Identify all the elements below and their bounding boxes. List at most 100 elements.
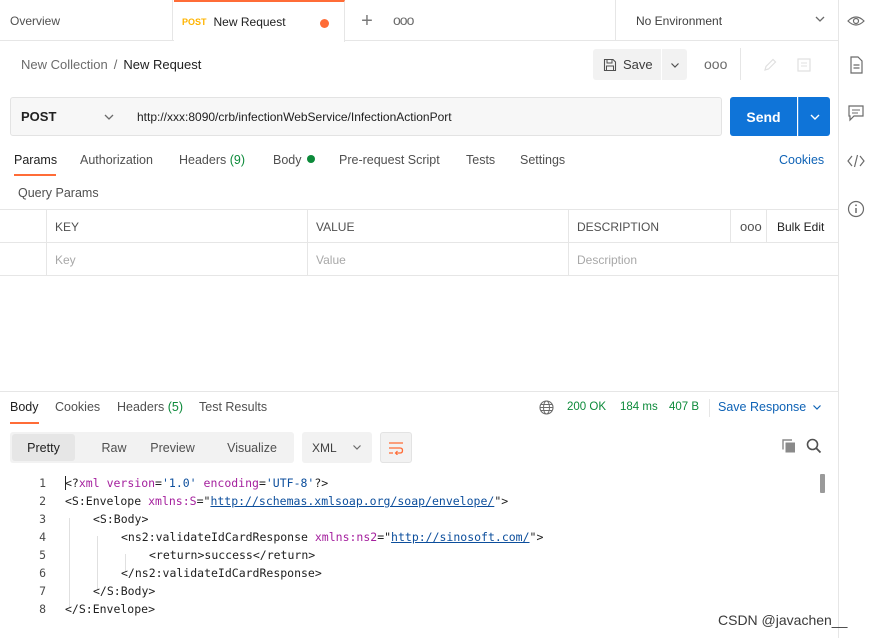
response-code-viewer[interactable]: 1 2 3 4 5 6 7 8 <?xml version='1.0' enco… (0, 473, 828, 623)
view-visualize-button[interactable]: Visualize (217, 432, 287, 463)
chevron-down-icon (813, 405, 822, 410)
save-label: Save (623, 57, 653, 72)
line-number: 4 (39, 530, 46, 544)
code-line: <return>success</return> (149, 548, 315, 562)
tab-headers-label: Headers (179, 153, 227, 167)
tab-body[interactable]: Body (273, 153, 315, 167)
text-cursor (65, 476, 66, 490)
code-token: "> (529, 530, 544, 544)
code-link[interactable]: http://sinosoft.com/ (391, 530, 529, 544)
code-line: <ns2:validateIdCardResponse xmlns:ns2="h… (121, 530, 543, 544)
chevron-down-icon (670, 62, 679, 68)
description-input[interactable]: Description (569, 243, 637, 276)
status-code[interactable]: 200 OK (567, 401, 606, 413)
code-token: encoding (203, 476, 259, 490)
response-tab-test-results[interactable]: Test Results (199, 400, 267, 414)
save-dropdown-button[interactable] (662, 49, 687, 80)
query-params-title: Query Params (18, 186, 99, 200)
code-token: xmlns:ns2 (314, 530, 378, 544)
environment-label: No Environment (636, 13, 723, 28)
code-token: success (204, 548, 253, 562)
edit-icon[interactable] (762, 57, 778, 73)
document-icon[interactable] (796, 57, 812, 73)
new-tab-button[interactable]: + (357, 10, 377, 33)
wrap-lines-icon (389, 441, 404, 455)
line-number: 5 (39, 548, 46, 562)
tab-tests[interactable]: Tests (466, 153, 495, 167)
send-button[interactable]: Send (730, 97, 797, 136)
response-tab-body[interactable]: Body (10, 400, 39, 414)
code-link[interactable]: http://schemas.xmlsoap.org/soap/envelope… (210, 494, 494, 508)
response-tab-cookies[interactable]: Cookies (55, 400, 100, 414)
code-snippet-icon[interactable] (847, 152, 865, 170)
save-icon (603, 58, 617, 71)
tab-overview[interactable]: Overview (0, 0, 173, 41)
cookies-link[interactable]: Cookies (779, 153, 824, 167)
indent-guide (69, 518, 70, 608)
more-tabs-button[interactable]: ooo (393, 12, 414, 28)
table-header-row: KEY VALUE DESCRIPTION ooo Bulk Edit (0, 210, 838, 243)
request-more-button[interactable]: ooo (704, 56, 727, 72)
code-token: <return> (149, 548, 205, 562)
tab-headers[interactable]: Headers (9) (179, 153, 245, 167)
code-token: =" (196, 494, 211, 508)
watermark: CSDN @javachen__ (718, 612, 848, 628)
save-response-label: Save Response (718, 400, 807, 414)
response-headers-label: Headers (117, 400, 165, 414)
tab-new-request[interactable]: POST New Request (174, 0, 345, 42)
bulk-edit-button[interactable]: Bulk Edit (769, 210, 824, 243)
response-headers-count: (5) (167, 400, 184, 414)
search-icon[interactable] (806, 438, 822, 454)
documentation-icon[interactable] (847, 56, 865, 74)
active-tab-indicator (14, 174, 56, 176)
line-number: 1 (39, 476, 46, 490)
format-select[interactable]: XML (302, 432, 372, 463)
view-pretty-button[interactable]: Pretty (12, 434, 75, 461)
chevron-down-icon (104, 114, 114, 120)
code-line: </S:Body> (93, 584, 156, 598)
line-number: 7 (39, 584, 46, 598)
wrap-lines-button[interactable] (380, 432, 412, 463)
tab-authorization[interactable]: Authorization (80, 153, 153, 167)
eye-icon[interactable] (847, 12, 865, 30)
response-time[interactable]: 184 ms (620, 401, 658, 413)
info-icon[interactable] (847, 200, 865, 218)
view-preview-button[interactable]: Preview (143, 432, 202, 463)
tab-pre-request-script[interactable]: Pre-request Script (339, 153, 440, 167)
value-input[interactable]: Value (308, 243, 346, 276)
save-response-button[interactable]: Save Response (718, 400, 822, 414)
breadcrumb: New Collection / New Request (21, 57, 201, 72)
response-divider[interactable] (0, 391, 838, 392)
method-select[interactable]: POST (10, 97, 126, 136)
column-options-button[interactable]: ooo (732, 210, 762, 243)
view-raw-button[interactable]: Raw (85, 432, 143, 463)
view-mode-segmented: Pretty Raw Preview Visualize (10, 432, 294, 463)
comments-icon[interactable] (847, 104, 865, 122)
column-header-key: KEY (55, 219, 80, 234)
code-token: '1.0' (161, 476, 197, 490)
copy-icon[interactable] (781, 438, 797, 454)
breadcrumb-request[interactable]: New Request (123, 57, 201, 72)
toolbar-divider (740, 48, 741, 80)
params-table: KEY VALUE DESCRIPTION ooo Bulk Edit Key … (0, 209, 838, 276)
code-token: <S:Envelope (65, 494, 142, 508)
tab-settings[interactable]: Settings (520, 153, 565, 167)
key-input[interactable]: Key (47, 243, 76, 276)
url-input[interactable]: http://xxx:8090/crb/infectionWebService/… (125, 97, 722, 136)
environment-select[interactable]: No Environment (615, 0, 838, 41)
right-sidebar (838, 0, 872, 638)
line-number: 3 (39, 512, 46, 526)
response-tab-headers[interactable]: Headers (5) (117, 400, 183, 414)
globe-icon[interactable] (539, 400, 554, 415)
tab-params[interactable]: Params (14, 153, 57, 167)
table-row: Key Value Description (0, 243, 838, 276)
breadcrumb-collection[interactable]: New Collection (21, 57, 108, 72)
breadcrumb-separator: / (113, 57, 118, 72)
code-scrollbar[interactable] (820, 474, 825, 493)
response-size[interactable]: 407 B (669, 401, 699, 413)
active-response-tab-indicator (10, 422, 39, 424)
send-dropdown-button[interactable] (798, 97, 830, 136)
save-button[interactable]: Save (593, 49, 661, 80)
code-token: version (106, 476, 156, 490)
body-status-dot-icon (306, 155, 315, 163)
